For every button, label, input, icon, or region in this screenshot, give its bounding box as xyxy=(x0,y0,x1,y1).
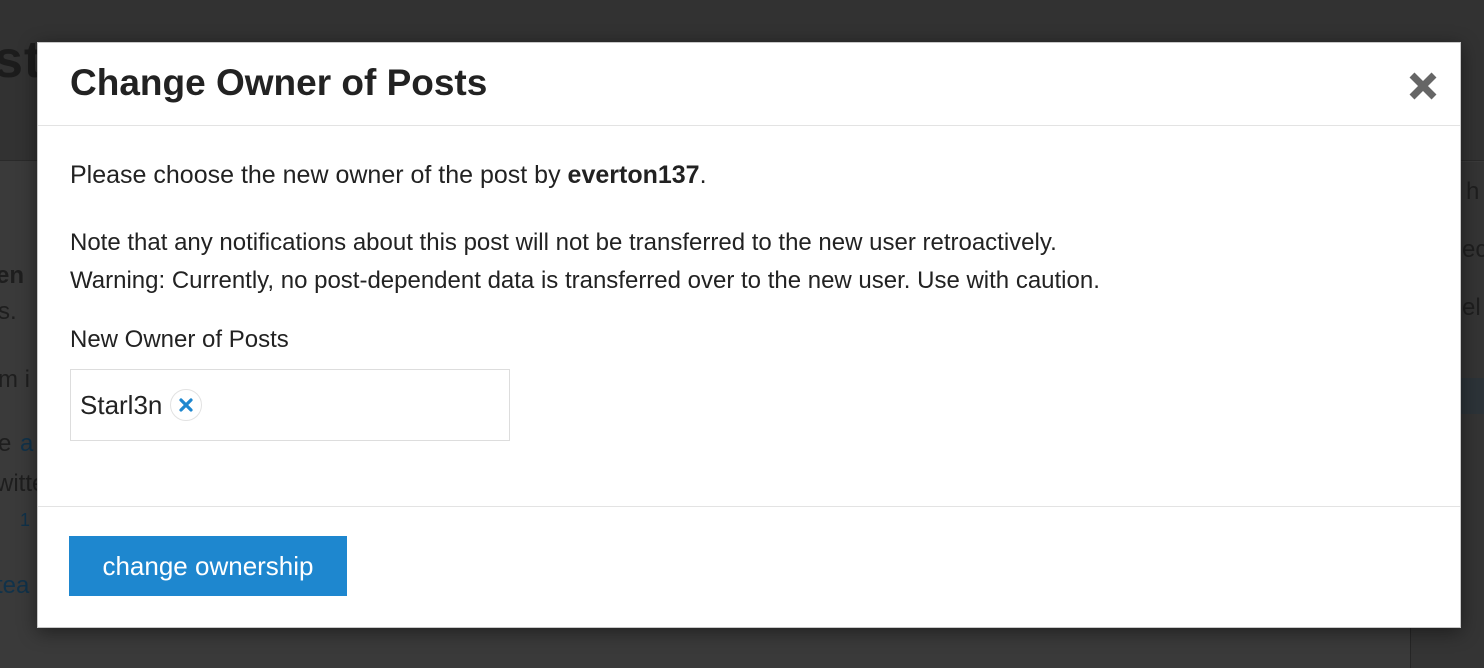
dialog-header: Change Owner of Posts xyxy=(38,43,1460,126)
new-owner-select[interactable]: Starl3n xyxy=(70,369,510,441)
background-side-fragment: h xyxy=(1466,178,1480,205)
intro-prefix: Please choose the new owner of the post … xyxy=(70,161,568,189)
selected-user-chip: Starl3n xyxy=(80,387,203,423)
background-text-fragment: e xyxy=(0,430,12,457)
change-owner-dialog: Change Owner of Posts Please choose the … xyxy=(37,42,1461,628)
intro-suffix: . xyxy=(699,161,707,189)
background-link-fragment: tea xyxy=(0,572,30,599)
background-side-fragment: ec xyxy=(1462,236,1484,263)
notice-line: Note that any notifications about this p… xyxy=(70,229,1057,256)
background-title-fragment: st xyxy=(0,31,43,89)
background-link-fragment: 1 xyxy=(20,510,31,530)
warning-line: Warning: Currently, no post-dependent da… xyxy=(70,267,1100,294)
notice-text: Note that any notifications about this p… xyxy=(70,224,1100,300)
change-ownership-button[interactable]: change ownership xyxy=(69,536,347,596)
close-icon xyxy=(1409,72,1437,100)
dialog-title: Change Owner of Posts xyxy=(70,62,488,103)
intro-text: Please choose the new owner of the post … xyxy=(70,158,707,192)
background-link-fragment: a xyxy=(20,430,34,457)
remove-icon xyxy=(179,398,193,412)
close-button[interactable] xyxy=(1406,69,1440,103)
background-text-fragment: en xyxy=(0,262,25,289)
dialog-footer: change ownership xyxy=(38,506,1460,627)
original-owner: everton137 xyxy=(567,161,700,189)
background-text-fragment: m i xyxy=(0,366,30,393)
remove-user-button[interactable] xyxy=(170,389,203,421)
background-text-fragment: s. xyxy=(0,298,17,325)
selected-user-name: Starl3n xyxy=(80,389,163,420)
new-owner-label: New Owner of Posts xyxy=(70,326,289,353)
background-side-fragment: el xyxy=(1462,294,1481,321)
